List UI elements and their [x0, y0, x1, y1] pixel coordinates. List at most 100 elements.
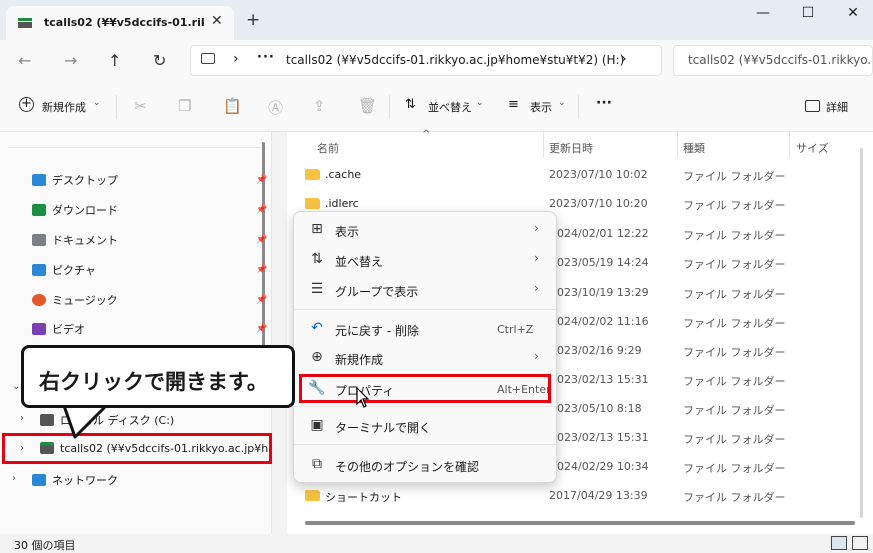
sidebar-item-downloads[interactable]: ダウンロード [32, 202, 118, 218]
menu-item-group[interactable]: ☰ グループで表示 › [294, 275, 556, 305]
sidebar-item-documents[interactable]: ドキュメント [32, 232, 118, 248]
copy-icon[interactable]: ❐ [178, 97, 191, 115]
item-count: 30 個の項目 [14, 539, 76, 552]
breadcrumb-chevron-icon[interactable]: › [233, 51, 239, 67]
folder-icon [305, 169, 320, 180]
menu-item-new[interactable]: ⊕ 新規作成 › [294, 343, 556, 373]
view-button[interactable]: 表示 [530, 99, 552, 115]
document-icon [32, 234, 46, 246]
delete-icon[interactable]: 🗑 [358, 97, 377, 115]
sort-ascending-icon: ^ [422, 129, 431, 140]
share-icon[interactable]: ⇪ [313, 97, 326, 115]
new-tab-button[interactable]: + [246, 10, 260, 30]
file-row[interactable]: ショートカット 2017/04/29 13:39 ファイル フォルダー [287, 482, 873, 512]
menu-item-sort[interactable]: ⇅ 並べ替え › [294, 245, 556, 275]
details-pane-icon [805, 100, 820, 112]
forward-arrow-icon[interactable]: → [64, 51, 77, 70]
command-bar: + 新規作成 ⌄ ✂ ❐ 📋 Ⓐ ⇪ 🗑 ⇅ 並べ替え ⌄ ≡ 表示 ⌄ ···… [0, 82, 873, 132]
instruction-callout: 右クリックで開きます。 [21, 345, 295, 408]
column-divider[interactable] [543, 132, 544, 158]
status-bar: 30 個の項目 [0, 534, 873, 553]
minimize-button[interactable]: — [748, 5, 778, 21]
menu-divider [294, 309, 556, 310]
pin-icon[interactable]: 📌 [256, 205, 267, 215]
pin-icon[interactable]: 📌 [256, 295, 267, 305]
details-view-icon[interactable] [831, 536, 847, 550]
menu-item-more-options[interactable]: ⧉ その他のオプションを確認 [294, 450, 556, 480]
picture-icon [32, 264, 46, 276]
breadcrumb-more-icon[interactable]: ··· [257, 50, 275, 65]
chevron-right-icon[interactable]: › [12, 473, 16, 484]
chevron-right-icon[interactable]: › [20, 413, 24, 424]
view-icon: ≡ [508, 97, 519, 112]
chevron-down-icon[interactable]: ⌄ [12, 381, 20, 392]
music-icon [32, 294, 46, 306]
network-drive-icon [18, 18, 32, 28]
file-list-horizontal-scrollbar[interactable] [305, 521, 855, 525]
desktop-icon [32, 174, 46, 186]
pin-icon[interactable]: 📌 [256, 175, 267, 185]
rename-icon[interactable]: Ⓐ [268, 97, 283, 118]
menu-item-undo[interactable]: ↶ 元に戻す - 削除 Ctrl+Z [294, 314, 556, 344]
sidebar-item-network[interactable]: ネットワーク [32, 472, 118, 488]
pin-icon[interactable]: 📌 [256, 235, 267, 245]
back-arrow-icon[interactable]: ← [18, 51, 31, 70]
address-input[interactable]: › ··· tcalls02 (¥¥v5dccifs-01.rikkyo.ac.… [190, 45, 662, 76]
maximize-button[interactable]: ☐ [793, 5, 823, 21]
new-button[interactable]: 新規作成 [42, 99, 86, 115]
file-list-vertical-scrollbar[interactable] [860, 148, 863, 518]
sort-icon: ⇅ [311, 251, 323, 267]
video-icon [32, 323, 46, 335]
title-bar: tcalls02 (¥¥v5dccifs-01.rikkyo.a ✕ + — ☐… [0, 0, 873, 40]
breadcrumb-path[interactable]: tcalls02 (¥¥v5dccifs-01.rikkyo.ac.jp¥hom… [286, 53, 624, 67]
paste-icon[interactable]: 📋 [223, 97, 242, 115]
sidebar-item-desktop[interactable]: デスクトップ [32, 172, 118, 188]
menu-item-terminal[interactable]: ▣ ターミナルで開く [294, 411, 556, 441]
folder-icon [305, 490, 320, 501]
sort-button[interactable]: 並べ替え [428, 99, 472, 115]
column-header-size[interactable]: サイズ [796, 140, 829, 156]
tiles-view-icon[interactable] [852, 536, 868, 550]
address-bar-row: ← → ↑ ↻ › ··· tcalls02 (¥¥v5dccifs-01.ri… [0, 40, 873, 82]
cut-icon[interactable]: ✂ [134, 97, 147, 115]
refresh-icon[interactable]: ↻ [153, 51, 166, 70]
download-icon [32, 204, 46, 216]
chevron-down-icon[interactable]: ⌄ [558, 98, 566, 108]
chevron-down-icon[interactable]: ⌄ [93, 98, 101, 108]
tab-close-icon[interactable]: ✕ [211, 13, 223, 29]
context-menu: ⊞ 表示 › ⇅ 並べ替え › ☰ グループで表示 › ↶ 元に戻す - 削除 Ctrl+Z ⊕… [293, 211, 557, 483]
column-header-name[interactable]: 名前 [317, 140, 339, 156]
file-row[interactable]: .cache 2023/07/10 10:02 ファイル フォルダー [287, 161, 873, 191]
sidebar-item-music[interactable]: ミュージック [32, 292, 118, 308]
tab-active[interactable]: tcalls02 (¥¥v5dccifs-01.rikkyo.a ✕ [6, 6, 234, 40]
open-external-icon: ⧉ [312, 456, 322, 472]
terminal-icon: ▣ [310, 417, 324, 433]
breadcrumb-chevron-icon[interactable]: › [621, 51, 627, 67]
toolbar-divider [116, 95, 117, 119]
mouse-cursor-icon [356, 387, 370, 408]
column-divider[interactable] [789, 132, 790, 158]
more-options-icon[interactable]: ··· [596, 95, 612, 111]
column-header-type[interactable]: 種類 [683, 140, 705, 156]
network-icon [32, 474, 46, 486]
details-button[interactable]: 詳細 [826, 99, 848, 115]
menu-item-view[interactable]: ⊞ 表示 › [294, 215, 556, 245]
close-window-button[interactable]: ✕ [838, 5, 868, 21]
sidebar-item-videos[interactable]: ビデオ [32, 321, 85, 337]
menu-divider [294, 406, 556, 407]
undo-icon: ↶ [311, 320, 323, 336]
group-list-icon: ☰ [310, 281, 324, 297]
plus-circle-icon: + [19, 97, 34, 112]
column-header-date[interactable]: 更新日時 [549, 140, 593, 156]
sidebar-divider [8, 147, 266, 148]
pin-icon[interactable]: 📌 [256, 324, 267, 334]
toolbar-divider [578, 95, 579, 119]
pin-icon[interactable]: 📌 [256, 265, 267, 275]
folder-icon [305, 198, 320, 209]
column-divider[interactable] [677, 132, 678, 158]
chevron-down-icon[interactable]: ⌄ [476, 98, 484, 108]
sidebar-item-pictures[interactable]: ピクチャ [32, 262, 96, 278]
up-arrow-icon[interactable]: ↑ [108, 51, 121, 70]
callout-text: 右クリックで開きます。 [39, 370, 268, 394]
search-input[interactable]: tcalls02 (¥¥v5dccifs-01.rikkyo.ac.jp [673, 45, 873, 76]
